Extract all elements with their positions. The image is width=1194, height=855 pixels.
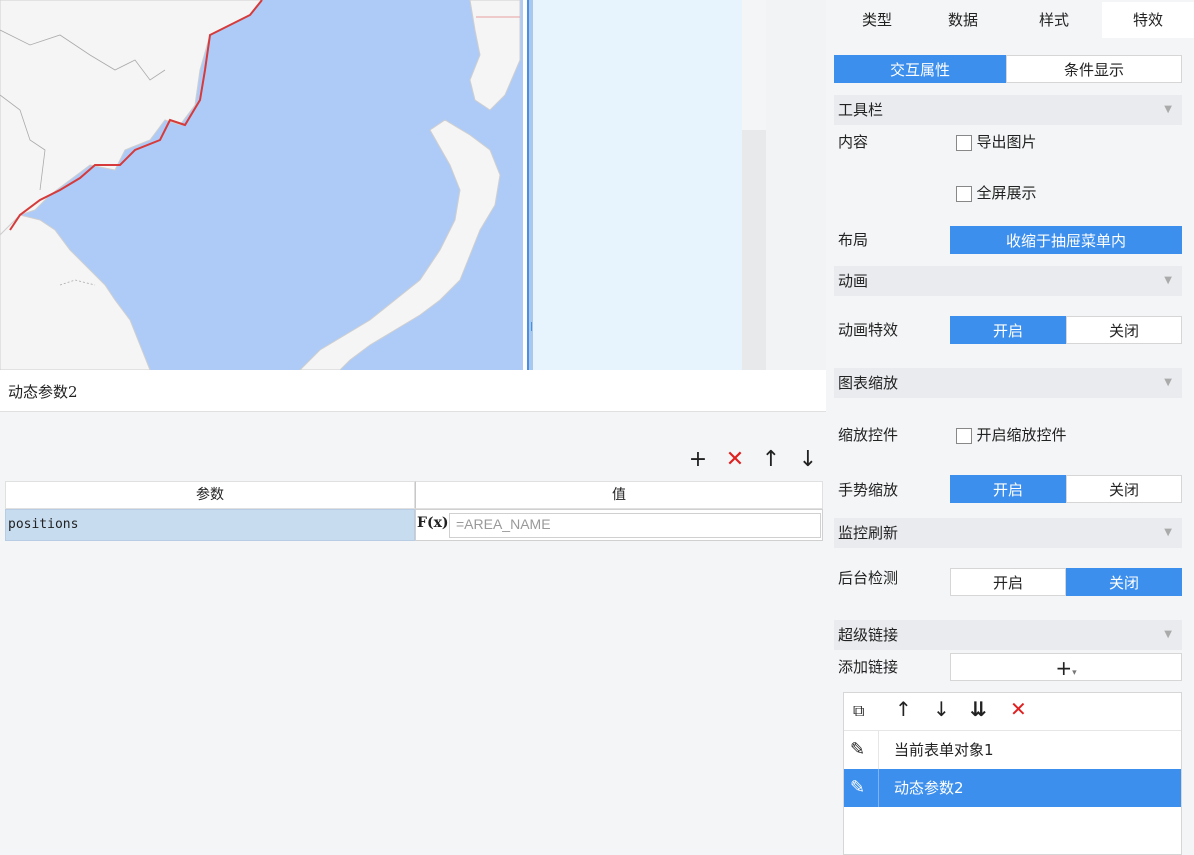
chevron-down-icon: ▼ [1164, 377, 1172, 388]
param-value-input[interactable]: =AREA_NAME [449, 513, 821, 538]
animation-effect-label: 动画特效 [838, 321, 899, 339]
content-label: 内容 [838, 133, 869, 151]
gesture-zoom-label: 手势缩放 [838, 481, 899, 499]
delete-param-button[interactable]: ✕ [722, 448, 748, 472]
fullscreen-option[interactable]: 全屏展示 [956, 181, 1036, 205]
gutter [766, 0, 826, 370]
tab-data[interactable]: 数据 [920, 2, 1006, 38]
gesture-zoom-off-button[interactable]: 关闭 [1066, 475, 1182, 503]
params-panel [0, 370, 826, 855]
move-down-link-icon[interactable]: ↓ [933, 698, 950, 720]
section-animation[interactable]: 动画 ▼ [834, 266, 1182, 296]
add-link-button[interactable]: +▾ [950, 653, 1182, 681]
tab-type[interactable]: 类型 [834, 2, 920, 38]
export-image-label: 导出图片 [976, 133, 1037, 151]
add-param-button[interactable]: + [685, 448, 711, 472]
move-up-param-button[interactable]: ↑ [758, 448, 784, 472]
chevron-down-icon: ▼ [1164, 104, 1172, 115]
section-hyperlink-title: 超级链接 [838, 626, 899, 644]
map-canvas[interactable] [0, 0, 523, 370]
layout-select[interactable]: 收缩于抽屉菜单内 [950, 226, 1182, 254]
chevron-down-icon: ▼ [1164, 527, 1172, 538]
tab-effects[interactable]: 特效 [1102, 2, 1194, 38]
preview-panel [532, 0, 742, 370]
animation-on-button[interactable]: 开启 [950, 316, 1066, 344]
dropdown-arrow-icon: ▾ [1072, 668, 1077, 678]
link-item-label: 动态参数2 [894, 779, 964, 797]
section-monitor-refresh[interactable]: 监控刷新 ▼ [834, 518, 1182, 548]
section-chart-zoom[interactable]: 图表缩放 ▼ [834, 368, 1182, 398]
move-bottom-link-icon[interactable]: ⇊ [970, 698, 987, 720]
background-detect-label: 后台检测 [838, 569, 899, 587]
zoom-control-label: 缩放控件 [838, 426, 899, 444]
detect-off-button[interactable]: 关闭 [1066, 568, 1182, 596]
section-monitor-title: 监控刷新 [838, 524, 899, 542]
column-header-value[interactable]: 值 [415, 481, 823, 509]
copy-icon[interactable]: ⧉ [853, 700, 864, 722]
edit-pencil-icon[interactable]: ✎ [850, 769, 865, 807]
divider [878, 769, 879, 807]
move-down-param-button[interactable]: ↓ [795, 448, 821, 472]
zoom-control-option[interactable]: 开启缩放控件 [956, 423, 1066, 447]
export-image-option[interactable]: 导出图片 [956, 130, 1036, 154]
layout-label: 布局 [838, 231, 869, 249]
subtab-interaction[interactable]: 交互属性 [834, 55, 1006, 83]
link-item-label: 当前表单对象1 [894, 741, 994, 759]
section-animation-title: 动画 [838, 272, 869, 290]
divider [878, 731, 879, 769]
edit-pencil-icon[interactable]: ✎ [850, 731, 865, 769]
chevron-down-icon: ▼ [1164, 629, 1172, 640]
link-list-item-selected[interactable]: ✎ 动态参数2 [844, 769, 1181, 807]
fullscreen-label: 全屏展示 [976, 184, 1037, 202]
zoom-control-checkbox-label: 开启缩放控件 [976, 426, 1067, 444]
chevron-down-icon: ▼ [1164, 275, 1172, 286]
section-zoom-title: 图表缩放 [838, 374, 899, 392]
link-list-item[interactable]: ✎ 当前表单对象1 [844, 730, 1181, 769]
animation-off-button[interactable]: 关闭 [1066, 316, 1182, 344]
column-header-param[interactable]: 参数 [5, 481, 415, 509]
formula-button[interactable]: F(x) [417, 512, 449, 538]
params-panel-title: 动态参数2 [0, 370, 826, 412]
export-image-checkbox[interactable] [956, 135, 972, 151]
param-name-cell[interactable]: positions [5, 509, 415, 541]
move-up-link-icon[interactable]: ↑ [895, 698, 912, 720]
tab-style[interactable]: 样式 [1006, 2, 1102, 38]
section-toolbar-title: 工具栏 [838, 101, 884, 119]
scroll-thumb[interactable] [742, 0, 766, 130]
fullscreen-checkbox[interactable] [956, 186, 972, 202]
subtab-condition-display[interactable]: 条件显示 [1006, 55, 1182, 83]
section-hyperlink[interactable]: 超级链接 ▼ [834, 620, 1182, 650]
gesture-zoom-on-button[interactable]: 开启 [950, 475, 1066, 503]
add-link-plus: + [1055, 656, 1073, 680]
detect-on-button[interactable]: 开启 [950, 568, 1066, 596]
add-link-label: 添加链接 [838, 658, 899, 676]
zoom-control-checkbox[interactable] [956, 428, 972, 444]
delete-link-icon[interactable]: ✕ [1010, 698, 1027, 720]
section-toolbar[interactable]: 工具栏 ▼ [834, 95, 1182, 125]
map-svg [0, 0, 523, 370]
